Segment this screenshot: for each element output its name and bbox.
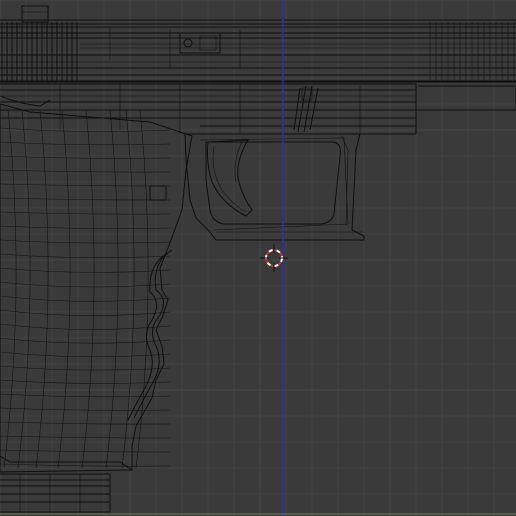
3d-cursor-icon[interactable] <box>260 244 288 272</box>
grip-vertical-loop <box>35 109 49 469</box>
grip-vertical-loop <box>121 109 135 469</box>
grip-vertical-loop <box>3 109 17 469</box>
grip-vertical-loop <box>135 109 149 469</box>
trigger-guard-mesh <box>184 133 365 241</box>
viewport-canvas[interactable] <box>0 0 516 516</box>
3d-viewport[interactable] <box>0 0 516 516</box>
grip-vertical-loop <box>105 109 119 469</box>
trigger-mesh <box>207 139 253 217</box>
grip-vertical-loop <box>81 109 95 469</box>
slide-mesh <box>0 5 516 83</box>
frame-mesh <box>0 83 516 135</box>
grip-vertical-loop <box>57 109 71 469</box>
grip-vertical-loop <box>17 109 31 469</box>
